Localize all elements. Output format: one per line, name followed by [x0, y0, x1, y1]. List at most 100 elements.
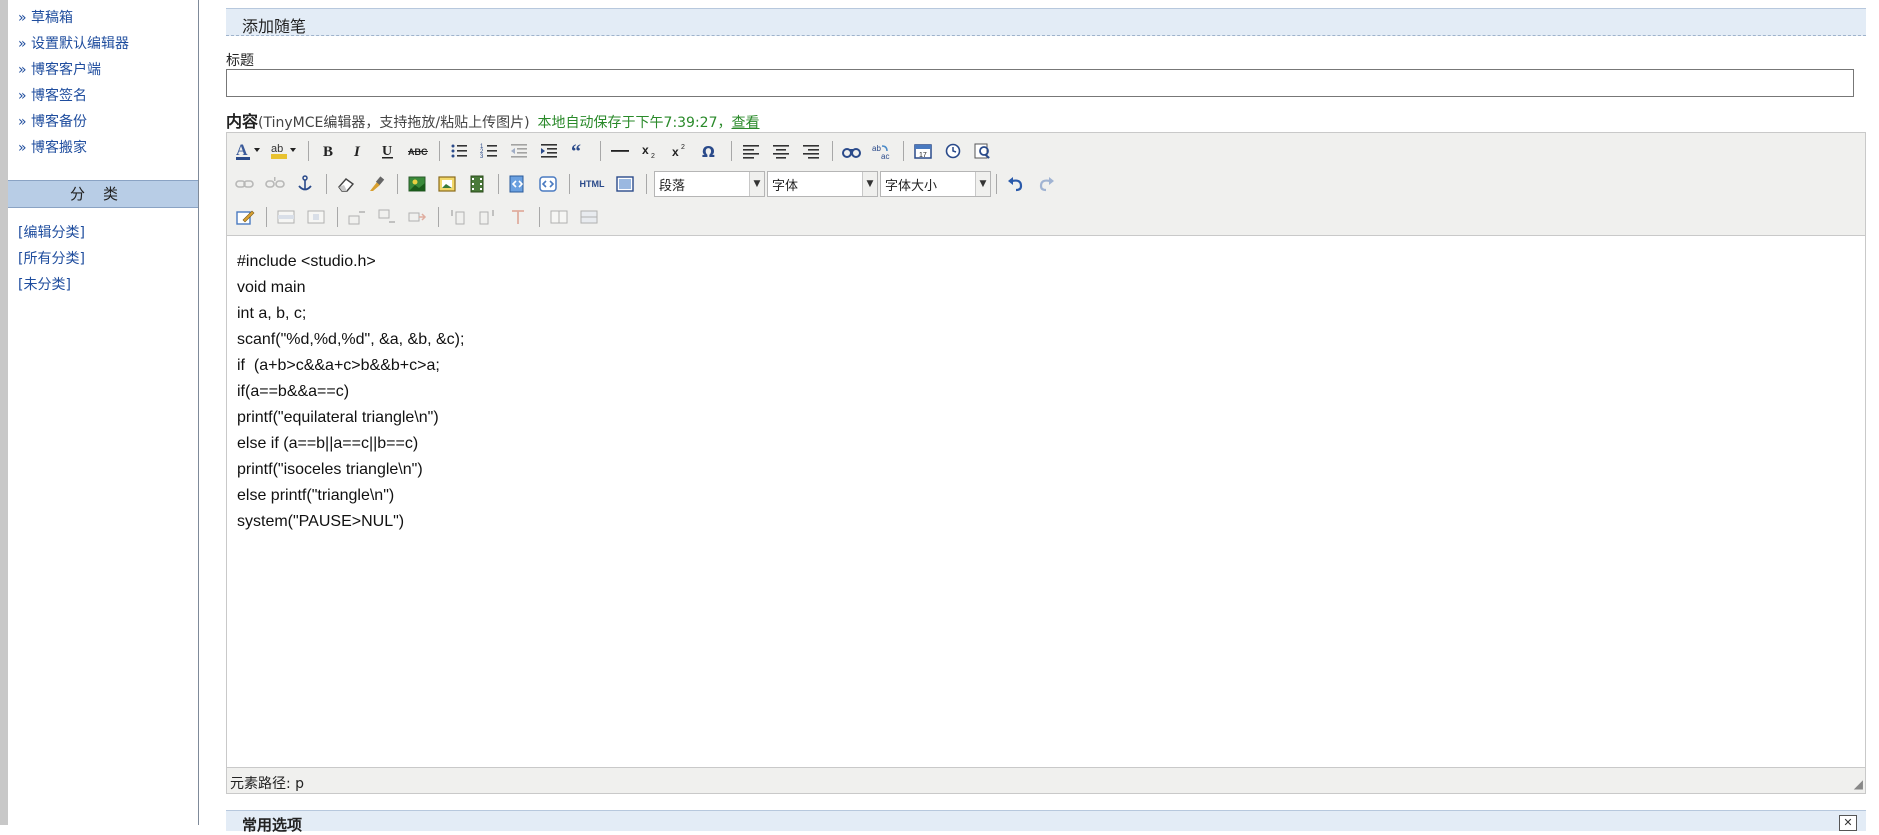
insert-date-icon[interactable]: 17: [911, 139, 935, 163]
svg-text:B: B: [323, 144, 333, 160]
chevron-down-icon: ▼: [862, 172, 877, 196]
content-description: (TinyMCE编辑器，支持拖放/粘贴上传图片): [258, 115, 530, 131]
undo-icon[interactable]: [1004, 172, 1028, 196]
svg-text:ab: ab: [271, 143, 283, 155]
insert-row-before-icon[interactable]: [345, 205, 369, 229]
toolbar-separator: [337, 207, 338, 227]
subscript-icon[interactable]: x2: [638, 139, 662, 163]
title-input[interactable]: [226, 69, 1854, 97]
indent-icon[interactable]: [537, 139, 561, 163]
category-link-edit[interactable]: [编辑分类]: [18, 222, 85, 248]
sidebar-item-blog-signature[interactable]: » 博客签名: [18, 85, 198, 111]
upload-image-icon[interactable]: [435, 172, 459, 196]
svg-text:Ω: Ω: [702, 143, 715, 160]
chevron-down-icon: ▼: [975, 172, 990, 196]
align-center-icon[interactable]: [769, 139, 793, 163]
merge-cells-icon[interactable]: [577, 205, 601, 229]
section-header: 添加随笔: [226, 8, 1866, 36]
anchor-icon[interactable]: [293, 172, 317, 196]
bold-icon[interactable]: B: [316, 139, 340, 163]
split-cells-icon[interactable]: [547, 205, 571, 229]
options-panel-header[interactable]: 常用选项 ✕: [226, 810, 1866, 834]
table-row-props-icon[interactable]: [274, 205, 298, 229]
highlight-color-icon[interactable]: ab: [269, 139, 299, 163]
main-panel: 添加随笔 标题 内容(TinyMCE编辑器，支持拖放/粘贴上传图片) 本地自动保存…: [226, 0, 1866, 834]
category-link-all[interactable]: [所有分类]: [18, 248, 85, 274]
editor-line: scanf("%d,%d,%d", &a, &b, &c);: [237, 331, 465, 348]
sidebar-item-blog-backup[interactable]: » 博客备份: [18, 111, 198, 137]
insert-media-icon[interactable]: [465, 172, 489, 196]
title-label: 标题: [226, 53, 254, 69]
replace-icon[interactable]: ab ac: [870, 139, 894, 163]
autosave-view-link[interactable]: 查看: [732, 115, 760, 131]
toolbar-row-3: [233, 203, 607, 231]
clean-format-icon[interactable]: [364, 172, 388, 196]
editor-line: else if (a==b||a==c||b==c): [237, 435, 419, 452]
sidebar-item-blog-migrate[interactable]: » 博客搬家: [18, 137, 198, 163]
category-header: 分类: [8, 180, 198, 208]
delete-row-icon[interactable]: [405, 205, 429, 229]
content-label-line: 内容(TinyMCE编辑器，支持拖放/粘贴上传图片) 本地自动保存于下午7:39:…: [226, 108, 760, 132]
html-source-button[interactable]: HTML: [577, 172, 607, 196]
category-link-uncategorized[interactable]: [未分类]: [18, 274, 85, 300]
link-icon[interactable]: [233, 172, 257, 196]
svg-text:U: U: [382, 144, 392, 159]
outdent-icon[interactable]: [507, 139, 531, 163]
format-select[interactable]: 段落 ▼: [654, 171, 765, 197]
edit-css-icon[interactable]: [233, 205, 257, 229]
editor-content-area[interactable]: #include <studio.h> void main int a, b, …: [227, 235, 1865, 768]
insert-col-after-icon[interactable]: [476, 205, 500, 229]
autosave-status: 本地自动保存于下午7:39:27，: [537, 115, 732, 131]
bullet-list-icon[interactable]: [447, 139, 471, 163]
blockquote-icon[interactable]: “: [567, 139, 591, 163]
svg-text:I: I: [353, 144, 361, 160]
insert-time-icon[interactable]: [941, 139, 965, 163]
editor-line: if (a+b>c&&a+c>b&&b+c>a;: [237, 357, 440, 374]
insert-image-icon[interactable]: [405, 172, 429, 196]
toolbar-separator: [498, 174, 499, 194]
text-color-icon[interactable]: A: [233, 139, 263, 163]
editor-lines: #include <studio.h> void main int a, b, …: [227, 249, 464, 535]
svg-text:“: “: [571, 142, 581, 160]
code-block-icon[interactable]: [536, 172, 560, 196]
sidebar-item-blog-client[interactable]: » 博客客户端: [18, 59, 198, 85]
unlink-icon[interactable]: [263, 172, 287, 196]
font-size-select[interactable]: 字体大小 ▼: [880, 171, 991, 197]
superscript-icon[interactable]: x2: [668, 139, 692, 163]
preview-icon[interactable]: [971, 139, 995, 163]
sidebar: » 草稿箱 » 设置默认编辑器 » 博客客户端 » 博客签名 » 博客备份 » …: [0, 0, 199, 825]
redo-icon[interactable]: [1034, 172, 1058, 196]
strikethrough-icon[interactable]: ABC: [406, 139, 430, 163]
sidebar-item-default-editor[interactable]: » 设置默认编辑器: [18, 33, 198, 59]
fullscreen-icon[interactable]: [613, 172, 637, 196]
toolbar-separator: [646, 174, 647, 194]
category-links: [编辑分类] [所有分类] [未分类]: [18, 222, 85, 300]
insert-code-icon[interactable]: [506, 172, 530, 196]
editor-line: void main: [237, 279, 306, 296]
insert-col-before-icon[interactable]: [446, 205, 470, 229]
eraser-icon[interactable]: [334, 172, 358, 196]
align-right-icon[interactable]: [799, 139, 823, 163]
svg-text:x: x: [642, 143, 649, 157]
delete-col-icon[interactable]: [506, 205, 530, 229]
numbered-list-icon[interactable]: 123: [477, 139, 501, 163]
table-cell-props-icon[interactable]: [304, 205, 328, 229]
toolbar-separator: [397, 174, 398, 194]
align-left-icon[interactable]: [739, 139, 763, 163]
font-family-select-value: 字体: [772, 178, 799, 194]
svg-text:x: x: [672, 145, 679, 159]
editor-line: printf("equilateral triangle\n"): [237, 409, 439, 426]
find-icon[interactable]: [840, 139, 864, 163]
close-icon[interactable]: ✕: [1839, 815, 1857, 831]
font-family-select[interactable]: 字体 ▼: [767, 171, 878, 197]
insert-row-after-icon[interactable]: [375, 205, 399, 229]
svg-text:17: 17: [919, 152, 927, 159]
special-character-icon[interactable]: Ω: [698, 139, 722, 163]
resize-handle-icon[interactable]: ◢: [1854, 777, 1863, 791]
italic-icon[interactable]: I: [346, 139, 370, 163]
content-label: 内容: [226, 112, 259, 131]
horizontal-rule-icon[interactable]: [608, 139, 632, 163]
toolbar-separator: [539, 207, 540, 227]
underline-icon[interactable]: U: [376, 139, 400, 163]
sidebar-item-drafts[interactable]: » 草稿箱: [18, 7, 198, 33]
